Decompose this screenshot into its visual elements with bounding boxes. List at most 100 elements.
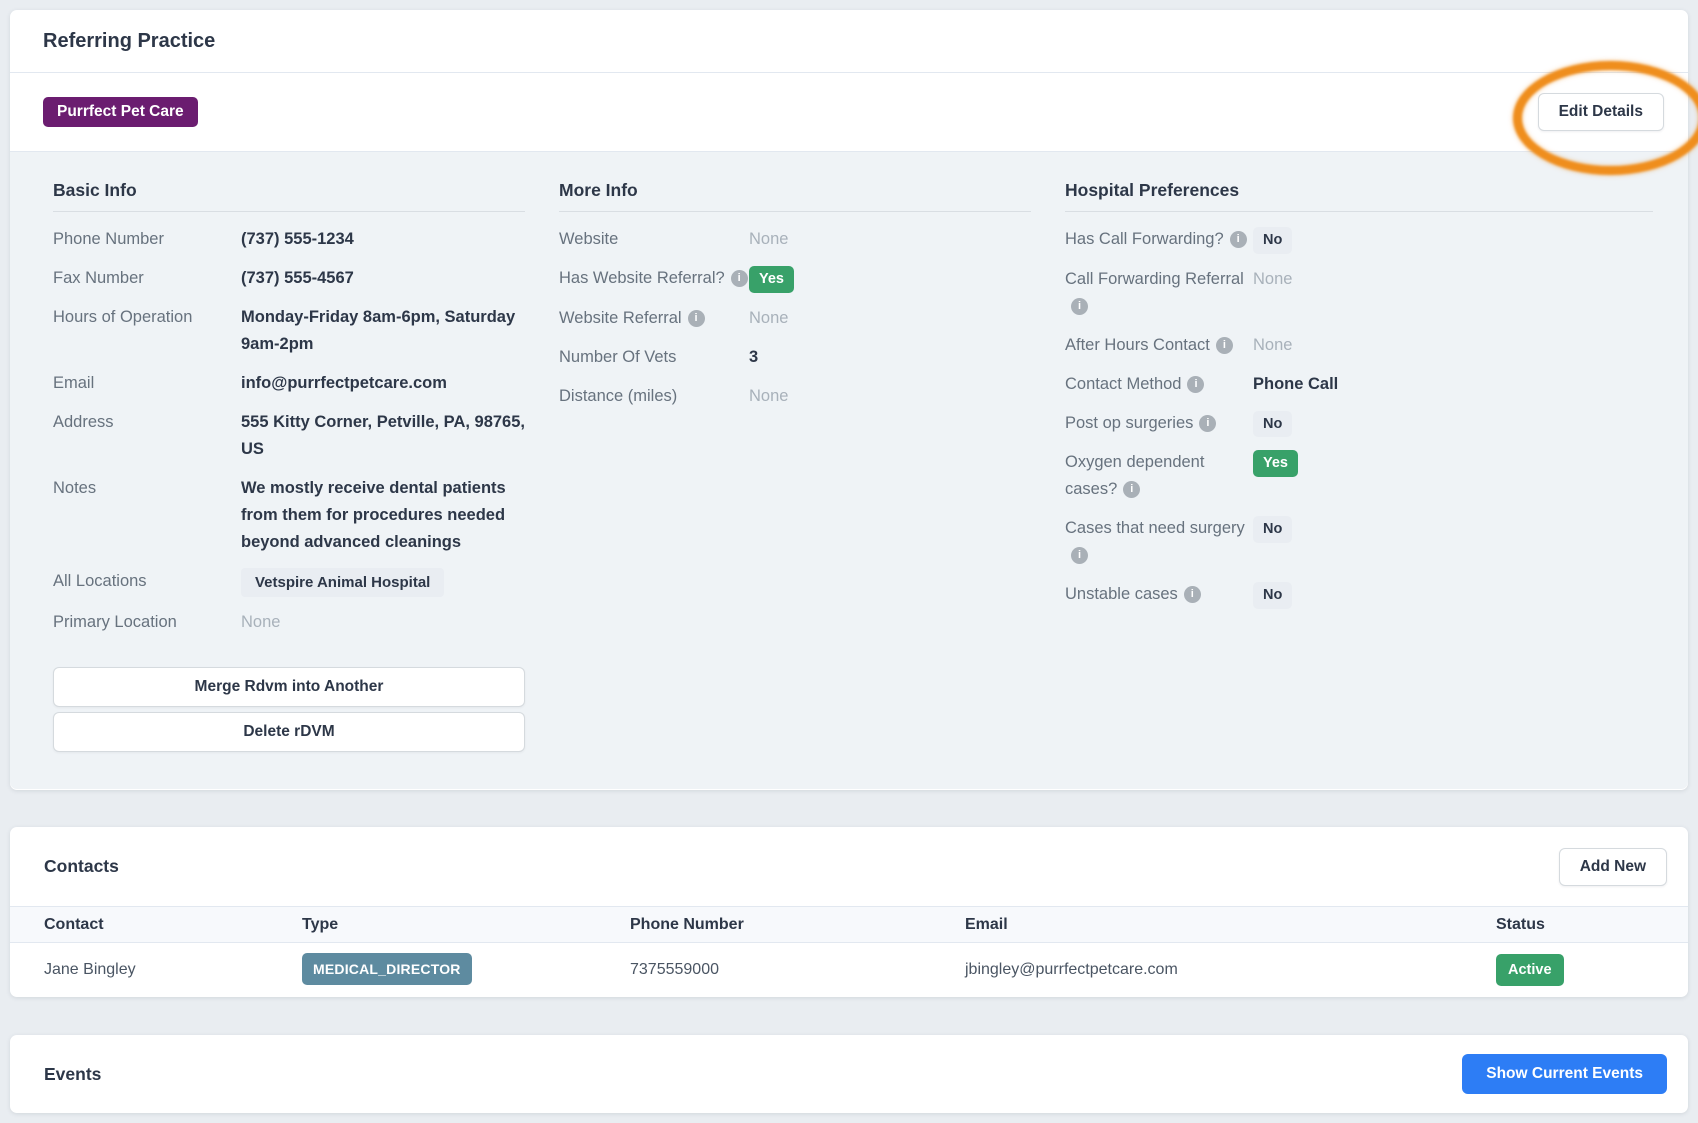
field-value: No xyxy=(1253,226,1653,254)
show-current-events-button[interactable]: Show Current Events xyxy=(1462,1054,1667,1094)
field-value: (737) 555-4567 xyxy=(241,265,525,292)
field-value: (737) 555-1234 xyxy=(241,226,525,253)
info-icon[interactable]: i xyxy=(1230,231,1247,248)
info-icon[interactable]: i xyxy=(1199,415,1216,432)
row-distance-miles: Distance (miles) None xyxy=(559,377,1031,416)
edit-details-button[interactable]: Edit Details xyxy=(1538,93,1664,131)
yes-badge: Yes xyxy=(749,266,794,293)
field-label-text: Unstable cases xyxy=(1065,585,1178,603)
field-value: info@purrfectpetcare.com xyxy=(241,370,525,397)
field-label: Primary Location xyxy=(53,609,241,636)
contacts-title: Contacts xyxy=(44,856,119,877)
field-value: Yes xyxy=(1253,449,1653,477)
field-label-text: Contact Method xyxy=(1065,375,1181,393)
row-after-hours-contact: After Hours Contact i None xyxy=(1065,326,1653,365)
field-label-text: Cases that need surgery xyxy=(1065,519,1245,537)
row-website-referral: Website Referral i None xyxy=(559,299,1031,338)
row-oxygen-dependent-cases: Oxygen dependent cases?i Yes xyxy=(1065,443,1653,509)
row-phone-number: Phone Number (737) 555-1234 xyxy=(53,220,525,259)
section-title: Basic Info xyxy=(53,180,525,212)
card-header: Referring Practice xyxy=(10,10,1688,73)
hospital-preferences-section: Hospital Preferences Has Call Forwarding… xyxy=(1065,180,1653,789)
row-all-locations: All Locations Vetspire Animal Hospital xyxy=(53,562,525,603)
row-primary-location: Primary Location None xyxy=(53,603,525,642)
contact-name-cell: Jane Bingley xyxy=(44,961,302,979)
rdvm-actions: Merge Rdvm into Another Delete rDVM xyxy=(53,667,525,752)
row-email: Email info@purrfectpetcare.com xyxy=(53,364,525,403)
field-label-text: After Hours Contact xyxy=(1065,336,1210,354)
section-title: More Info xyxy=(559,180,1031,212)
field-label: Website Referral i xyxy=(559,305,749,332)
events-card: Events Show Current Events xyxy=(10,1035,1688,1113)
column-header-phone: Phone Number xyxy=(630,916,965,934)
column-header-status: Status xyxy=(1496,916,1688,934)
more-info-section: More Info Website None Has Website Refer… xyxy=(559,180,1031,789)
no-badge: No xyxy=(1253,582,1292,609)
contacts-table-header: Contact Type Phone Number Email Status xyxy=(10,906,1688,943)
row-address: Address 555 Kitty Corner, Petville, PA, … xyxy=(53,403,525,469)
add-new-contact-button[interactable]: Add New xyxy=(1559,848,1667,886)
field-value: Vetspire Animal Hospital xyxy=(241,568,525,597)
row-has-call-forwarding: Has Call Forwarding? i No xyxy=(1065,220,1653,260)
contact-email-cell: jbingley@purrfectpetcare.com xyxy=(965,961,1496,979)
info-icon[interactable]: i xyxy=(1216,337,1233,354)
row-post-op-surgeries: Post op surgeriesi No xyxy=(1065,404,1653,444)
row-notes: Notes We mostly receive dental patients … xyxy=(53,469,525,562)
contact-phone-cell: 7375559000 xyxy=(630,961,965,979)
field-label: Address xyxy=(53,409,241,436)
info-icon[interactable]: i xyxy=(1184,586,1201,603)
no-badge: No xyxy=(1253,227,1292,254)
row-unstable-cases: Unstable cases i No xyxy=(1065,575,1653,615)
field-value: None xyxy=(1253,332,1653,359)
field-label: Distance (miles) xyxy=(559,383,749,410)
field-value: None xyxy=(749,305,1031,332)
field-label: Email xyxy=(53,370,241,397)
field-value: We mostly receive dental patients from t… xyxy=(241,475,525,556)
row-call-forwarding-referral: Call Forwarding Referrali None xyxy=(1065,260,1653,326)
field-value: 555 Kitty Corner, Petville, PA, 98765, U… xyxy=(241,409,525,463)
info-icon[interactable]: i xyxy=(1187,376,1204,393)
field-label-text: Has Website Referral? xyxy=(559,269,725,287)
field-label: Phone Number xyxy=(53,226,241,253)
field-label-text: Website Referral xyxy=(559,309,682,327)
field-label: Oxygen dependent cases?i xyxy=(1065,449,1253,503)
practice-details-body: Basic Info Phone Number (737) 555-1234 F… xyxy=(10,152,1688,789)
field-value: Yes xyxy=(749,265,1031,293)
merge-rdvm-button[interactable]: Merge Rdvm into Another xyxy=(53,667,525,707)
contact-table-row[interactable]: Jane Bingley MEDICAL_DIRECTOR 7375559000… xyxy=(10,943,1688,996)
field-label: Call Forwarding Referral i xyxy=(1065,266,1253,320)
row-fax-number: Fax Number (737) 555-4567 xyxy=(53,259,525,298)
info-icon[interactable]: i xyxy=(1123,481,1140,498)
delete-rdvm-button[interactable]: Delete rDVM xyxy=(53,712,525,752)
section-title: Hospital Preferences xyxy=(1065,180,1653,212)
field-label: Fax Number xyxy=(53,265,241,292)
contact-type-badge: MEDICAL_DIRECTOR xyxy=(302,953,472,985)
row-number-of-vets: Number Of Vets 3 xyxy=(559,338,1031,377)
info-icon[interactable]: i xyxy=(731,270,748,287)
field-value: None xyxy=(241,609,525,636)
field-label-text: Call Forwarding Referral xyxy=(1065,270,1244,288)
yes-badge: Yes xyxy=(1253,450,1298,477)
practice-badge-row: Purrfect Pet Care Edit Details xyxy=(10,73,1688,152)
info-icon[interactable]: i xyxy=(1071,298,1088,315)
field-value: Phone Call xyxy=(1253,371,1653,398)
row-website: Website None xyxy=(559,220,1031,259)
info-icon[interactable]: i xyxy=(688,310,705,327)
field-value: None xyxy=(749,226,1031,253)
field-value: No xyxy=(1253,410,1653,438)
field-label: All Locations xyxy=(53,568,241,595)
field-label: Post op surgeriesi xyxy=(1065,410,1253,437)
field-value: None xyxy=(749,383,1031,410)
row-hours-of-operation: Hours of Operation Monday-Friday 8am-6pm… xyxy=(53,298,525,364)
field-label: Website xyxy=(559,226,749,253)
field-label: Has Call Forwarding? i xyxy=(1065,226,1253,253)
column-header-email: Email xyxy=(965,916,1496,934)
field-label-text: Has Call Forwarding? xyxy=(1065,230,1224,248)
basic-info-section: Basic Info Phone Number (737) 555-1234 F… xyxy=(53,180,525,789)
field-label: Hours of Operation xyxy=(53,304,241,331)
referring-practice-page: Referring Practice Purrfect Pet Care Edi… xyxy=(0,0,1698,1123)
contacts-card: Contacts Add New Contact Type Phone Numb… xyxy=(10,827,1688,997)
info-icon[interactable]: i xyxy=(1071,547,1088,564)
events-title: Events xyxy=(44,1064,101,1085)
field-value: 3 xyxy=(749,344,1031,371)
